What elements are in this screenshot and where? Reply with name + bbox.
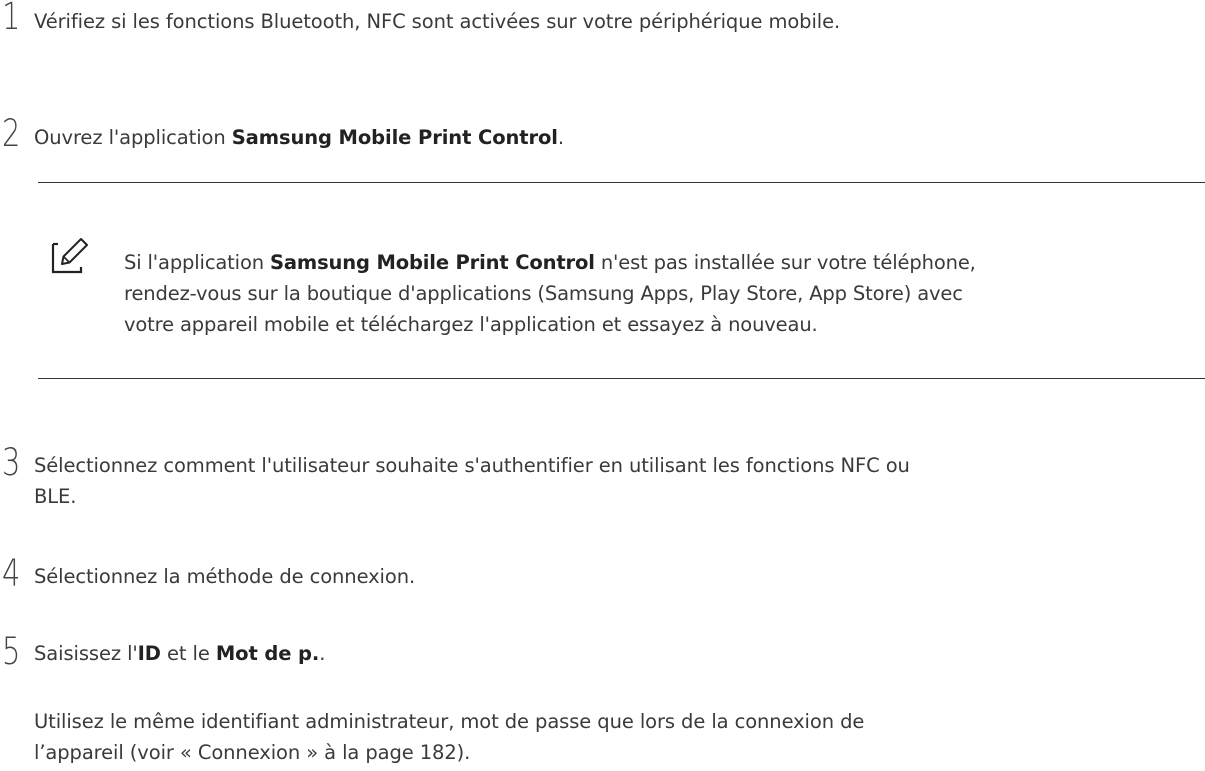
- step-text-pre: Ouvrez l'application: [34, 126, 232, 149]
- step-text-pre: Saisissez l': [34, 642, 138, 665]
- detail-line-2: l’appareil (voir « Connexion » à la page…: [34, 741, 471, 764]
- note-pencil-icon: [51, 238, 88, 274]
- note-line-2: rendez-vous sur la boutique d'applicatio…: [124, 282, 963, 305]
- detail-line-1: Utilisez le même identifiant administrat…: [34, 710, 865, 733]
- step-number: 5: [2, 630, 21, 673]
- instruction-page: 1 Vérifiez si les fonctions Bluetooth, N…: [0, 0, 1205, 771]
- app-name: Samsung Mobile Print Control: [270, 251, 595, 274]
- note-line-1: Si l'application Samsung Mobile Print Co…: [124, 247, 1204, 278]
- step-number: 4: [2, 552, 21, 595]
- step-text: Sélectionnez comment l'utilisateur souha…: [34, 450, 910, 512]
- note-line-3: votre appareil mobile et téléchargez l'a…: [124, 313, 818, 336]
- step-text-post: .: [319, 642, 326, 665]
- step-text: Vérifiez si les fonctions Bluetooth, NFC…: [34, 6, 840, 37]
- step-5-detail: Utilisez le même identifiant administrat…: [34, 706, 1184, 768]
- step-text: Ouvrez l'application Samsung Mobile Prin…: [34, 122, 564, 153]
- step-text-content: Sélectionnez la méthode de connexion.: [34, 565, 416, 588]
- note-text: Si l'application Samsung Mobile Print Co…: [124, 247, 1204, 340]
- note-text-post: n'est pas installée sur votre téléphone,: [594, 251, 976, 274]
- id-label: ID: [137, 642, 161, 665]
- app-name: Samsung Mobile Print Control: [231, 126, 558, 149]
- step-text-post: .: [557, 126, 565, 149]
- note-bottom-rule: [38, 378, 1205, 379]
- step-number: 3: [2, 441, 21, 484]
- step-text-line-1: Sélectionnez comment l'utilisateur souha…: [34, 454, 910, 477]
- step-text: Sélectionnez la méthode de connexion.: [34, 561, 415, 592]
- step-text: Saisissez l'ID et le Mot de p..: [34, 638, 325, 669]
- note-text-pre: Si l'application: [124, 251, 270, 274]
- step-number: 1: [2, 0, 21, 38]
- step-text-mid: et le: [160, 642, 216, 665]
- note-top-rule: [38, 182, 1205, 183]
- step-text-line-2: BLE.: [34, 485, 77, 508]
- step-text-content: Vérifiez si les fonctions Bluetooth, NFC…: [34, 10, 841, 33]
- password-label: Mot de p.: [215, 642, 320, 665]
- step-number: 2: [2, 112, 21, 155]
